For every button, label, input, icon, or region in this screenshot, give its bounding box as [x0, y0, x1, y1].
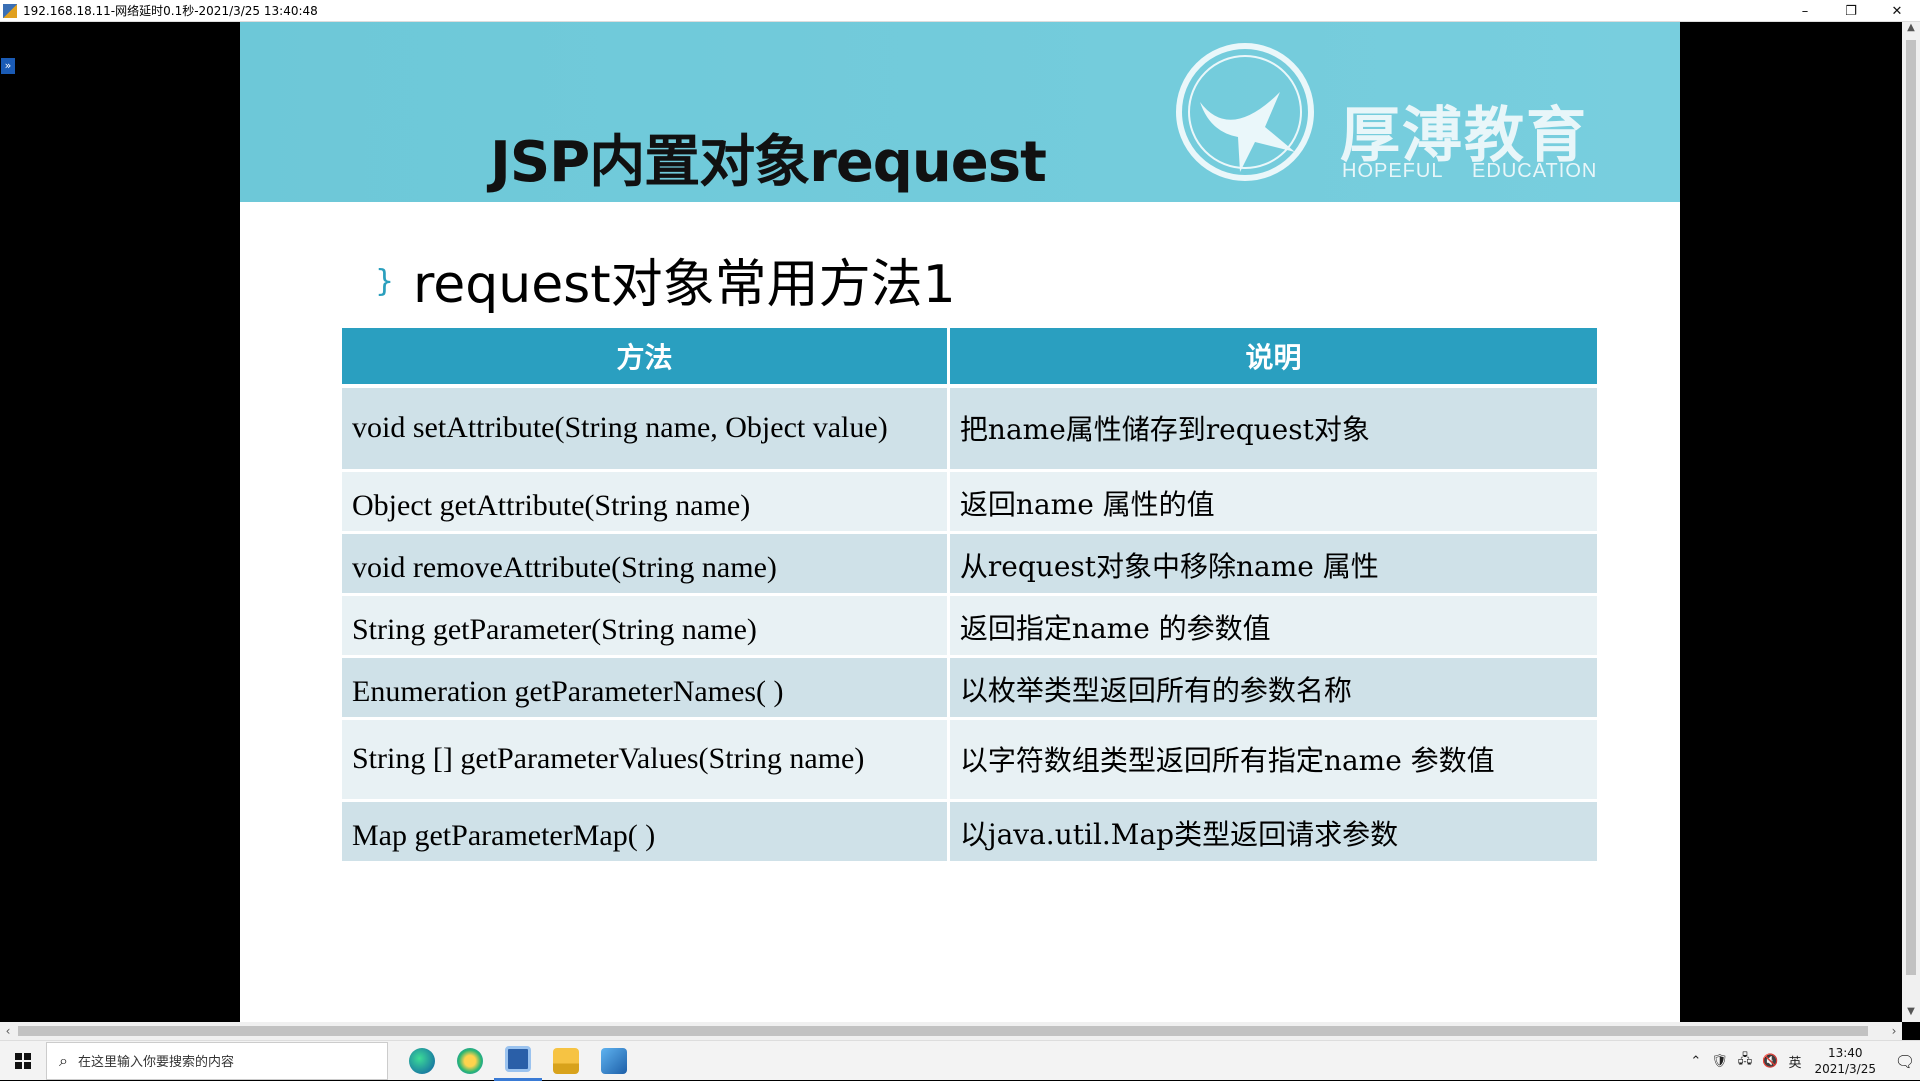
header-method: 方法: [342, 328, 950, 388]
methods-table: 方法 说明 void setAttribute(String name, Obj…: [342, 328, 1601, 864]
logo-tagline: HOPEFUL EDUCATION: [1342, 160, 1619, 183]
taskbar-clock[interactable]: 13:40 2021/3/25: [1814, 1045, 1876, 1077]
system-tray: ⌃ 🛡 🖧 🔇 英 13:40 2021/3/25 🗨: [1685, 1041, 1920, 1081]
logo-emblem-icon: [1176, 43, 1314, 181]
slide-heading: request对象常用方法1: [413, 255, 956, 315]
connection-bar-expander-icon[interactable]: »: [1, 58, 15, 74]
photos-icon[interactable]: [590, 1041, 638, 1081]
method-cell: Object getAttribute(String name): [342, 470, 950, 534]
hopeful-education-logo: 厚溥教育 HOPEFUL EDUCATION: [1160, 32, 1620, 192]
description-cell: 从request对象中移除name 属性: [948, 532, 1601, 596]
method-cell: String getParameter(String name): [342, 594, 950, 658]
table-row: String [] getParameterValues(String name…: [342, 718, 1601, 802]
remote-app-icon: [3, 3, 17, 18]
description-cell: 返回指定name 的参数值: [948, 594, 1601, 658]
volume-mute-icon[interactable]: 🔇: [1762, 1054, 1778, 1069]
window-titlebar: 192.168.18.11-网络延时0.1秒-2021/3/25 13:40:4…: [0, 0, 1920, 22]
horizontal-scrollbar[interactable]: ‹ ›: [0, 1022, 1902, 1040]
vertical-scroll-thumb[interactable]: [1906, 40, 1916, 975]
clock-time: 13:40: [1827, 1046, 1863, 1060]
logo-tag-right: EDUCATION: [1472, 160, 1598, 182]
chevron-up-icon[interactable]: ⌃: [1690, 1054, 1701, 1069]
bullet-icon: }: [375, 264, 395, 299]
slide: JSP内置对象request 厚溥教育 HOPEFUL EDUCATION } …: [240, 22, 1680, 1022]
method-cell: String [] getParameterValues(String name…: [342, 718, 950, 802]
method-cell: Map getParameterMap( ): [342, 800, 950, 864]
windows-logo-icon: [15, 1052, 31, 1069]
minimize-button[interactable]: –: [1782, 0, 1828, 22]
security-icon[interactable]: 🛡: [1711, 1054, 1728, 1069]
logo-tag-left: HOPEFUL: [1342, 160, 1444, 182]
table-row: void removeAttribute(String name) 从reque…: [342, 532, 1601, 596]
method-cell: Enumeration getParameterNames( ): [342, 656, 950, 720]
description-cell: 以枚举类型返回所有的参数名称: [948, 656, 1601, 720]
scroll-right-icon[interactable]: ›: [1886, 1022, 1902, 1040]
notification-icon[interactable]: 🗨: [1890, 1041, 1920, 1081]
scroll-up-icon[interactable]: ▲: [1902, 22, 1920, 38]
browser-icon[interactable]: [446, 1041, 494, 1081]
search-placeholder: 在这里输入你要搜索的内容: [77, 1055, 234, 1070]
search-icon: ⌕: [59, 1050, 68, 1070]
scroll-left-icon[interactable]: ‹: [0, 1022, 16, 1040]
horizontal-scroll-thumb[interactable]: [18, 1026, 1868, 1036]
table-row: Enumeration getParameterNames( ) 以枚举类型返回…: [342, 656, 1601, 720]
taskbar-search[interactable]: ⌕ 在这里输入你要搜索的内容: [46, 1041, 388, 1080]
slide-title: JSP内置对象request: [490, 130, 1047, 195]
file-explorer-icon[interactable]: [542, 1041, 590, 1081]
description-cell: 返回name 属性的值: [948, 470, 1601, 534]
ime-indicator[interactable]: 英: [1788, 1052, 1801, 1071]
description-cell: 以java.util.Map类型返回请求参数: [948, 800, 1601, 864]
vertical-scrollbar[interactable]: ▲ ▼: [1902, 22, 1920, 1022]
table-row: Map getParameterMap( ) 以java.util.Map类型返…: [342, 800, 1601, 864]
table-header-row: 方法 说明: [342, 328, 1601, 388]
remote-desktop-icon[interactable]: [494, 1041, 542, 1081]
table-row: String getParameter(String name) 返回指定nam…: [342, 594, 1601, 658]
close-button[interactable]: ✕: [1874, 0, 1920, 22]
method-cell: void setAttribute(String name, Object va…: [342, 386, 950, 472]
window-controls: – ❐ ✕: [1782, 0, 1920, 22]
method-cell: void removeAttribute(String name): [342, 532, 950, 596]
clock-date: 2021/3/25: [1814, 1062, 1876, 1076]
network-icon[interactable]: 🖧: [1738, 1050, 1753, 1072]
scroll-down-icon[interactable]: ▼: [1902, 1006, 1920, 1022]
restore-button[interactable]: ❐: [1828, 0, 1874, 22]
description-cell: 把name属性储存到request对象: [948, 386, 1601, 472]
slide-banner: JSP内置对象request 厚溥教育 HOPEFUL EDUCATION: [240, 22, 1680, 202]
remote-desktop-view: » JSP内置对象request 厚溥教育 HOPEFUL EDUCATION …: [0, 22, 1902, 1022]
table-row: void setAttribute(String name, Object va…: [342, 386, 1601, 472]
table-row: Object getAttribute(String name) 返回name …: [342, 470, 1601, 534]
header-description: 说明: [948, 328, 1601, 388]
taskbar: ⌕ 在这里输入你要搜索的内容 ⌃ 🛡 🖧 🔇 英 13:40 2021/3/25…: [0, 1040, 1920, 1081]
window-title: 192.168.18.11-网络延时0.1秒-2021/3/25 13:40:4…: [23, 4, 318, 18]
edge-icon[interactable]: [398, 1041, 446, 1081]
description-cell: 以字符数组类型返回所有指定name 参数值: [948, 718, 1601, 802]
start-button[interactable]: [0, 1041, 46, 1081]
